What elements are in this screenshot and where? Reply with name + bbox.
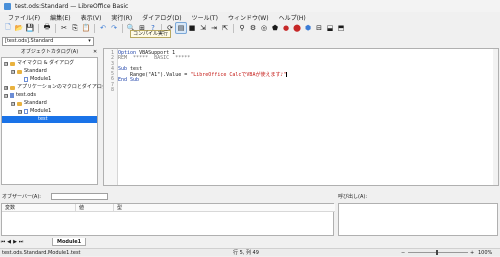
import-icon[interactable]: ⬓: [325, 23, 335, 33]
object-catalog-tree: ⊟ マイマクロ & ダイアログ ⊟ Standard Module1 ⊞ アプリ…: [1, 57, 107, 185]
module-icon: [24, 77, 28, 82]
modules-icon[interactable]: ⊟: [314, 23, 324, 33]
expand-icon[interactable]: ⊞: [4, 85, 8, 90]
macro-record-icon[interactable]: ⬤: [292, 23, 302, 33]
collapse-icon[interactable]: ⊟: [4, 61, 8, 66]
toolbar-separator: [38, 23, 39, 33]
save-icon[interactable]: 💾: [25, 23, 35, 33]
collapse-icon[interactable]: ⊟: [11, 69, 15, 74]
copy-icon[interactable]: ⎘: [70, 23, 80, 33]
run-icon[interactable]: ▤: [175, 22, 187, 34]
export-icon[interactable]: ⬒: [336, 23, 346, 33]
folder-icon: [10, 85, 15, 90]
title-bar: test.ods:Standard — LibreOffice Basic: [0, 0, 500, 12]
last-tab-icon[interactable]: ⏭: [18, 239, 24, 245]
tree-item-label: test.ods: [16, 92, 37, 98]
call-stack-list[interactable]: [338, 203, 498, 236]
step-out-icon[interactable]: ⇱: [220, 23, 230, 33]
library-icon: [17, 69, 22, 74]
toolbar-separator: [122, 23, 123, 33]
collapse-icon[interactable]: ⊟: [18, 109, 22, 114]
toolbar: 🗋 📂 💾 🖶 ✂ ⎘ 📋 ↶ ↷ 🔍 ⊞ ? ⟳ ▤ ■ ⇲ ⇥ ⇱ ⚲ ⚙ …: [0, 22, 500, 34]
menu-file[interactable]: ファイル(F): [3, 13, 45, 22]
stop-icon[interactable]: ■: [187, 23, 197, 33]
text-caret: [286, 72, 288, 78]
tree-item[interactable]: ⊞ アプリケーションのマクロとダイアログ: [4, 84, 107, 91]
library-selector[interactable]: [test.ods].Standard: [2, 37, 94, 46]
module-tab-bar: ⏮ ◀ ▶ ⏭ Module1: [0, 238, 500, 246]
code-content[interactable]: Option VBASupport 1 REM ***** BASIC *****…: [118, 50, 288, 84]
tree-item[interactable]: ⊟ Standard: [11, 100, 47, 107]
paste-icon[interactable]: 📋: [81, 23, 91, 33]
redo-icon[interactable]: ↷: [109, 23, 119, 33]
tab-module1[interactable]: Module1: [52, 238, 87, 246]
editor-scrollbar[interactable]: [493, 49, 498, 185]
tree-item-label: Standard: [24, 68, 47, 74]
open-icon[interactable]: 📂: [14, 23, 24, 33]
step-over-icon[interactable]: ⇥: [209, 23, 219, 33]
tree-item[interactable]: Module1: [24, 76, 51, 83]
new-icon[interactable]: 🗋: [3, 23, 13, 33]
code-line: End Sub: [118, 77, 140, 84]
toolbar-separator: [233, 23, 234, 33]
zoom-slider-handle[interactable]: [436, 250, 438, 255]
window-title: test.ods:Standard — LibreOffice Basic: [15, 2, 129, 10]
tree-item[interactable]: ⊟ マイマクロ & ダイアログ: [4, 60, 74, 67]
tree-item-label: マイマクロ & ダイアログ: [17, 60, 75, 66]
undo-icon[interactable]: ↶: [98, 23, 108, 33]
collapse-icon[interactable]: ⊟: [11, 101, 15, 106]
watch-table[interactable]: 変数 値 型: [1, 203, 335, 236]
tree-item-label: Module1: [30, 108, 52, 114]
menu-tools[interactable]: ツール(T): [187, 13, 223, 22]
tree-item-label: Module1: [30, 76, 52, 82]
chevron-down-icon[interactable]: ▾: [86, 38, 93, 45]
menu-dialog[interactable]: ダイアログ(D): [137, 13, 186, 22]
tree-item-selected[interactable]: test: [2, 116, 97, 123]
step-into-icon[interactable]: ⇲: [198, 23, 208, 33]
document-icon: [10, 93, 14, 98]
tree-item-label: Standard: [24, 100, 47, 106]
tree-item[interactable]: ⊟ Module1: [18, 108, 51, 115]
toolbar-separator: [94, 23, 95, 33]
menu-run[interactable]: 実行(R): [106, 13, 137, 22]
tree-item-label: test: [38, 116, 48, 122]
watch-input[interactable]: [51, 193, 108, 200]
collapse-icon[interactable]: ⊟: [4, 93, 8, 98]
tree-item[interactable]: ⊟ Standard: [11, 68, 47, 75]
menu-help[interactable]: ヘルプ(H): [274, 13, 311, 22]
print-icon[interactable]: 🖶: [42, 23, 52, 33]
line-number: 8: [110, 87, 114, 94]
menu-window[interactable]: ウィンドウ(W): [223, 13, 274, 22]
column-header-value[interactable]: 値: [76, 204, 114, 212]
zoom-slider[interactable]: [408, 252, 468, 253]
app-icon: [4, 2, 11, 10]
calls-label: 呼び出し(A):: [338, 194, 368, 200]
tree-item-label: アプリケーションのマクロとダイアログ: [17, 84, 107, 90]
menu-bar: ファイル(F) 編集(E) 表示(V) 実行(R) ダイアログ(D) ツール(T…: [0, 12, 500, 22]
code-line: Range("A1").Value = "LibreOffice CalcでVB…: [118, 72, 288, 79]
manage-breakpoints-icon[interactable]: ⚙: [248, 23, 258, 33]
line-numbers: 1 2 3 4 5 6 7 8: [104, 50, 114, 94]
library-icon: [17, 101, 22, 106]
watch-icon[interactable]: ◎: [259, 23, 269, 33]
folder-icon: [10, 61, 15, 66]
tree-item[interactable]: ⊟ test.ods: [4, 92, 36, 99]
menu-view[interactable]: 表示(V): [76, 13, 107, 22]
column-header-type[interactable]: 型: [114, 204, 335, 212]
tooltip: コンパイル実行: [130, 30, 172, 38]
module-icon: [24, 109, 28, 114]
breakpoint-icon[interactable]: ⚲: [237, 23, 247, 33]
watch-label: オブザーバー(A):: [2, 194, 41, 200]
stop-record-icon[interactable]: ●: [281, 23, 291, 33]
status-bar: test.ods.Standard.Module1.test 行 5, 列 49…: [0, 248, 500, 256]
menu-edit[interactable]: 編集(E): [45, 13, 75, 22]
close-icon[interactable]: ✕: [93, 49, 99, 55]
catalog-title: オブジェクトカタログ(A): [20, 49, 79, 55]
cut-icon[interactable]: ✂: [59, 23, 69, 33]
column-header-variable[interactable]: 変数: [2, 204, 76, 212]
toolbar-separator: [55, 23, 56, 33]
macros-icon[interactable]: ⬢: [303, 23, 313, 33]
object-catalog-icon[interactable]: ⬟: [270, 23, 280, 33]
